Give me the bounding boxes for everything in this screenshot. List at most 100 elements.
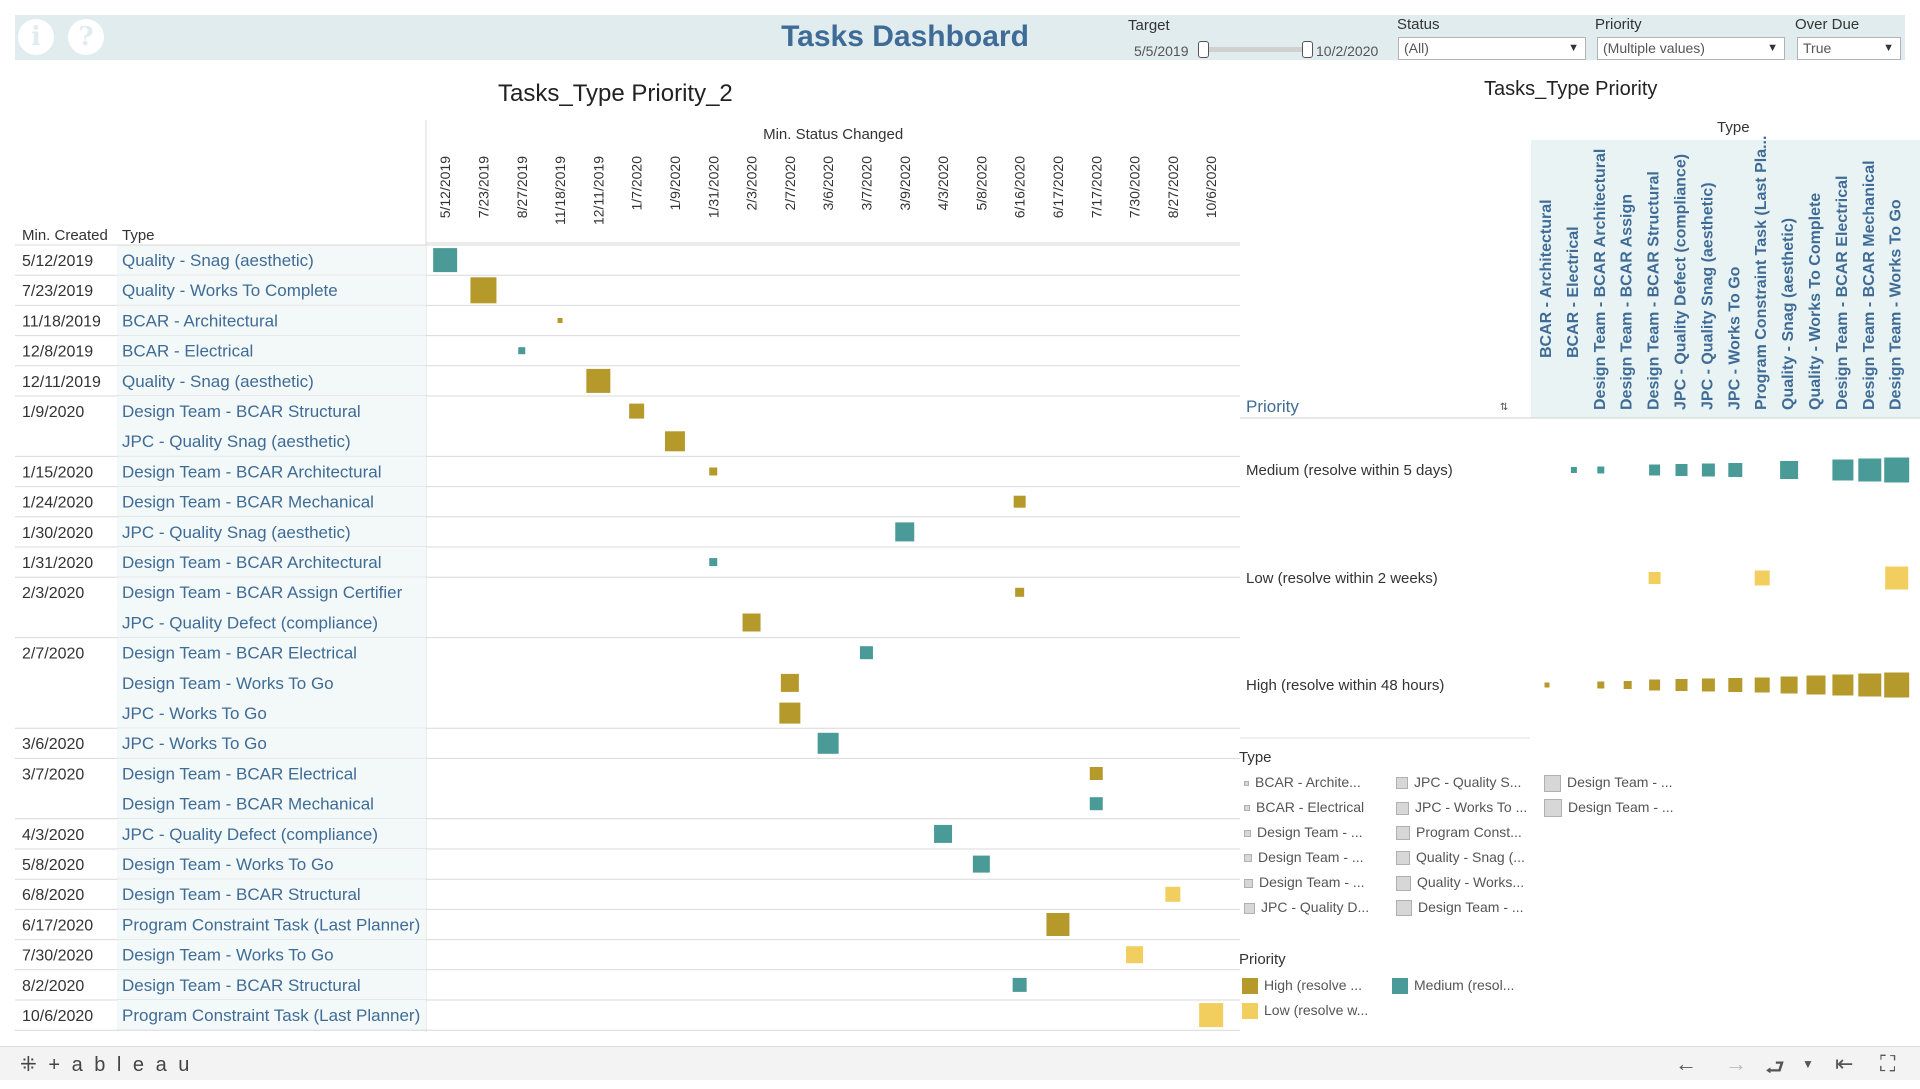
legend-swatch bbox=[1242, 1003, 1258, 1020]
type-column-label[interactable]: Design Team - BCAR Electrical bbox=[1834, 176, 1851, 410]
priority-legend: High (resolve ... Medium (resol... Low (re… bbox=[1242, 975, 1602, 1025]
priority-type-mark[interactable] bbox=[1570, 467, 1577, 473]
legend-label: Program Const... bbox=[1416, 824, 1522, 840]
type-column-label[interactable]: JPC - Quality Snag (aesthetic) bbox=[1699, 182, 1716, 410]
sort-descending-icon[interactable]: ⇅ bbox=[1500, 402, 1508, 413]
priority-type-mark[interactable] bbox=[1675, 679, 1688, 691]
legend-label: Design Team - ... bbox=[1257, 824, 1363, 840]
tableau-cross-icon: ⁜ bbox=[20, 1054, 40, 1076]
legend-swatch bbox=[1396, 801, 1409, 815]
type-column-label[interactable]: Quality - Works To Complete bbox=[1807, 193, 1824, 410]
priority-type-mark[interactable] bbox=[1728, 463, 1743, 477]
type-legend-item[interactable]: Quality - Snag (... bbox=[1396, 847, 1525, 867]
priority-type-mark[interactable] bbox=[1701, 678, 1715, 692]
priority-type-mark[interactable] bbox=[1597, 681, 1605, 689]
type-legend-item[interactable]: Design Team - ... bbox=[1544, 797, 1674, 818]
legend-label: Design Team - ... bbox=[1568, 799, 1674, 815]
type-legend-item[interactable]: JPC - Works To ... bbox=[1396, 797, 1527, 817]
type-legend-item[interactable]: Design Team - ... bbox=[1244, 872, 1365, 892]
legend-label: Quality - Snag (... bbox=[1416, 849, 1525, 865]
priority-type-mark[interactable] bbox=[1858, 673, 1882, 697]
type-legend-item[interactable]: Design Team - ... bbox=[1244, 822, 1363, 842]
legend-swatch bbox=[1396, 777, 1408, 790]
type-legend-item[interactable]: JPC - Quality S... bbox=[1396, 772, 1521, 792]
priority-type-mark[interactable] bbox=[1780, 676, 1798, 694]
type-legend-item[interactable]: Design Team - ... bbox=[1544, 772, 1673, 792]
priority-type-mark[interactable] bbox=[1754, 677, 1770, 693]
priority-type-mark[interactable] bbox=[1832, 674, 1854, 696]
priority-legend-item[interactable]: High (resolve ... bbox=[1242, 975, 1362, 995]
undo-icon[interactable]: ← bbox=[1675, 1051, 1697, 1077]
fullscreen-icon[interactable]: ⛶ bbox=[1880, 1051, 1895, 1077]
priority-type-mark[interactable] bbox=[1885, 566, 1909, 590]
priority-type-mark[interactable] bbox=[1597, 466, 1605, 474]
priority-legend-item[interactable]: Low (resolve w... bbox=[1242, 1000, 1368, 1020]
type-legend: BCAR - Archite... BCAR - Electrical Design… bbox=[1244, 772, 1684, 922]
priority-type-mark[interactable] bbox=[1649, 464, 1661, 476]
priority-type-mark[interactable] bbox=[1884, 672, 1910, 698]
type-axis-title: Type bbox=[1717, 119, 1750, 136]
type-legend-item[interactable]: Quality - Works... bbox=[1396, 872, 1524, 892]
priority-type-mark[interactable] bbox=[1780, 461, 1799, 479]
priority-type-mark[interactable] bbox=[1701, 463, 1715, 477]
priority-type-mark[interactable] bbox=[1649, 679, 1661, 691]
legend-swatch bbox=[1244, 780, 1249, 786]
legend-swatch bbox=[1396, 851, 1410, 866]
type-column-label[interactable]: JPC - Quality Defect (compliance) bbox=[1673, 154, 1690, 410]
legend-label: JPC - Quality S... bbox=[1414, 774, 1522, 790]
type-legend-item[interactable]: BCAR - Archite... bbox=[1244, 772, 1361, 792]
priority-type-mark[interactable] bbox=[1648, 572, 1661, 584]
type-legend-item[interactable]: BCAR - Electrical bbox=[1244, 797, 1364, 817]
revert-icon[interactable]: ⮐ bbox=[1765, 1051, 1785, 1089]
priority-type-mark[interactable] bbox=[1884, 457, 1910, 483]
share-dropdown-icon[interactable]: ▼ bbox=[1802, 1057, 1814, 1071]
type-legend-item[interactable]: Design Team - ... bbox=[1396, 897, 1524, 917]
type-column-label[interactable]: Design Team - BCAR Mechanical bbox=[1861, 160, 1878, 410]
legend-label: Medium (resol... bbox=[1414, 977, 1515, 993]
back-to-start-icon[interactable]: ⇤ bbox=[1835, 1051, 1853, 1077]
legend-swatch bbox=[1396, 900, 1412, 917]
priority-type-mark[interactable] bbox=[1832, 459, 1854, 481]
type-column-label[interactable]: JPC - Works To Go bbox=[1726, 266, 1743, 410]
priority-type-mark[interactable] bbox=[1858, 458, 1882, 482]
legend-label: Design Team - ... bbox=[1418, 899, 1524, 915]
type-column-label[interactable]: Quality - Snag (aesthetic) bbox=[1780, 218, 1797, 410]
priority-type-mark[interactable] bbox=[1806, 675, 1826, 695]
priority-row-label: High (resolve within 48 hours) bbox=[1246, 677, 1444, 694]
type-column-label[interactable]: Design Team - Works To Go bbox=[1888, 199, 1905, 410]
legend-swatch bbox=[1244, 829, 1251, 837]
type-legend-item[interactable]: Design Team - ... bbox=[1244, 847, 1364, 867]
legend-swatch bbox=[1242, 978, 1258, 995]
priority-type-mark[interactable] bbox=[1623, 681, 1632, 689]
priority-row-label: Low (resolve within 2 weeks) bbox=[1246, 570, 1438, 587]
type-column-label[interactable]: Program Constraint Task (Last Pla... bbox=[1753, 136, 1770, 410]
legend-label: BCAR - Archite... bbox=[1255, 774, 1361, 790]
type-legend-item[interactable]: JPC - Quality D... bbox=[1244, 897, 1369, 917]
legend-swatch bbox=[1396, 826, 1410, 841]
type-column-label[interactable]: Design Team - BCAR Architectural bbox=[1592, 149, 1609, 410]
legend-label: JPC - Quality D... bbox=[1261, 899, 1370, 915]
legend-swatch bbox=[1392, 978, 1408, 995]
type-legend-item[interactable]: Program Const... bbox=[1396, 822, 1522, 842]
legend-label: Design Team - ... bbox=[1258, 849, 1364, 865]
legend-label: Quality - Works... bbox=[1417, 874, 1525, 890]
priority-type-mark[interactable] bbox=[1754, 570, 1770, 586]
type-column-label[interactable]: Design Team - BCAR Structural bbox=[1646, 171, 1663, 410]
legend-swatch bbox=[1544, 774, 1561, 792]
priority-type-mark[interactable] bbox=[1544, 682, 1550, 688]
legend-swatch bbox=[1244, 854, 1252, 863]
legend-label: High (resolve ... bbox=[1264, 977, 1363, 993]
priority-type-mark[interactable] bbox=[1675, 464, 1688, 476]
priority-type-mark[interactable] bbox=[1728, 678, 1743, 692]
legend-label: JPC - Works To ... bbox=[1415, 799, 1528, 815]
tableau-logo[interactable]: ⁜ + a b l e a u bbox=[20, 1052, 192, 1077]
type-column-label[interactable]: BCAR - Architectural bbox=[1538, 199, 1555, 358]
type-column-label[interactable]: BCAR - Electrical bbox=[1565, 226, 1582, 358]
legend-swatch bbox=[1244, 902, 1255, 914]
legend-swatch bbox=[1244, 878, 1253, 888]
tableau-toolbar: ⁜ + a b l e a u ← → ⮐ ▼ ⇤ ⛶ bbox=[0, 1046, 1920, 1080]
priority-legend-item[interactable]: Medium (resol... bbox=[1392, 975, 1514, 995]
type-column-label[interactable]: Design Team - BCAR Assign bbox=[1619, 194, 1636, 410]
redo-icon[interactable]: → bbox=[1725, 1051, 1747, 1077]
legend-swatch bbox=[1244, 805, 1250, 812]
